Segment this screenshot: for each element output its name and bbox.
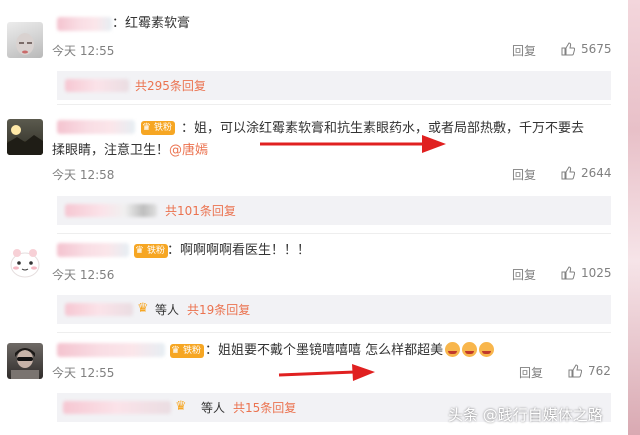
fan-badge: ♛ 铁粉 — [170, 344, 205, 358]
reply-summary[interactable]: 共295条回复 — [57, 71, 611, 100]
username-blurred[interactable] — [57, 243, 129, 257]
comment-time: 今天 12:55 — [52, 44, 115, 58]
username-blurred[interactable] — [57, 120, 135, 134]
crown-icon: ♛ — [171, 345, 180, 356]
like-button[interactable]: 2644 — [561, 166, 612, 180]
avatar[interactable] — [7, 244, 43, 280]
avatar[interactable] — [7, 343, 43, 379]
smiling-face-icon — [479, 342, 495, 357]
reply-users-blurred — [65, 79, 129, 92]
like-button[interactable]: 1025 — [561, 266, 612, 280]
reply-count-link[interactable]: 共19条回复 — [187, 301, 250, 318]
reply-users-blurred — [63, 401, 171, 414]
like-count: 762 — [588, 364, 611, 378]
comment-item: ：红霉素软膏 今天 12:55 回复 5675 共295条回复 — [0, 0, 628, 100]
reply-users-blurred — [65, 204, 157, 217]
username-blurred[interactable] — [57, 17, 112, 31]
reply-count-link[interactable]: 共101条回复 — [165, 202, 236, 219]
reply-count-link[interactable]: 共15条回复 — [233, 399, 296, 416]
comment-time: 今天 12:58 — [52, 168, 115, 182]
red-arrow-icon — [260, 135, 446, 153]
smiling-face-icon — [462, 342, 478, 357]
avatar[interactable] — [7, 22, 43, 58]
comment-time: 今天 12:56 — [52, 268, 115, 282]
crown-icon: ♛ — [137, 301, 149, 316]
reply-button[interactable]: 回复 — [512, 266, 536, 283]
reply-count-link[interactable]: 共295条回复 — [135, 77, 206, 94]
reply-users-blurred — [65, 303, 133, 316]
like-button[interactable]: 5675 — [561, 42, 612, 56]
reply-prefix: 等人 — [201, 401, 226, 415]
reply-button[interactable]: 回复 — [512, 42, 536, 59]
crown-icon: ♛ — [135, 245, 144, 256]
comment-feed: ：红霉素软膏 今天 12:55 回复 5675 共295条回复 ♛ 铁粉 ：姐，可… — [0, 0, 628, 435]
like-count: 5675 — [581, 42, 612, 56]
reply-summary[interactable]: 共101条回复 — [57, 196, 611, 225]
avatar[interactable] — [7, 119, 43, 155]
comment-text-cont: 揉眼睛，注意卫生！@唐嫣 — [52, 143, 209, 158]
thumbs-up-icon — [561, 166, 575, 180]
reply-prefix: 等人 — [155, 303, 180, 317]
red-arrow-icon — [278, 364, 375, 381]
comment-text: ：啊啊啊啊看医生！！！ — [167, 243, 311, 258]
like-count: 1025 — [581, 266, 612, 280]
side-photo-strip — [628, 0, 640, 435]
comment-time: 今天 12:55 — [52, 366, 115, 380]
comment-item: ♛ 铁粉 ：啊啊啊啊看医生！！！ 今天 12:56 回复 1025 ♛ 等人 共1… — [0, 234, 628, 329]
reply-button[interactable]: 回复 — [519, 364, 543, 381]
crown-icon: ♛ — [175, 399, 187, 414]
like-count: 2644 — [581, 166, 612, 180]
like-button[interactable]: 762 — [568, 364, 611, 378]
reply-summary[interactable]: ♛ 等人 共19条回复 — [57, 295, 611, 324]
crown-icon: ♛ — [142, 122, 151, 133]
reply-button[interactable]: 回复 — [512, 166, 536, 183]
thumbs-up-icon — [568, 364, 582, 378]
fan-badge: ♛ 铁粉 — [141, 121, 176, 135]
fan-badge: ♛ 铁粉 — [134, 244, 169, 258]
watermark: 头条 @践行自媒体之路 — [448, 406, 603, 424]
comment-text: ：红霉素软膏 — [112, 16, 191, 31]
thumbs-up-icon — [561, 42, 575, 56]
username-blurred[interactable] — [57, 343, 165, 357]
mention-link[interactable]: @唐嫣 — [169, 143, 208, 158]
thumbs-up-icon — [561, 266, 575, 280]
comment-text: ：姐姐要不戴个墨镜嘻嘻嘻 怎么样都超美 — [205, 340, 495, 361]
comment-item: ♛ 铁粉 ：姐，可以涂红霉素软膏和抗生素眼药水，或者局部热敷，千万不要去 揉眼睛，… — [0, 105, 628, 230]
smiling-face-icon — [445, 342, 461, 357]
